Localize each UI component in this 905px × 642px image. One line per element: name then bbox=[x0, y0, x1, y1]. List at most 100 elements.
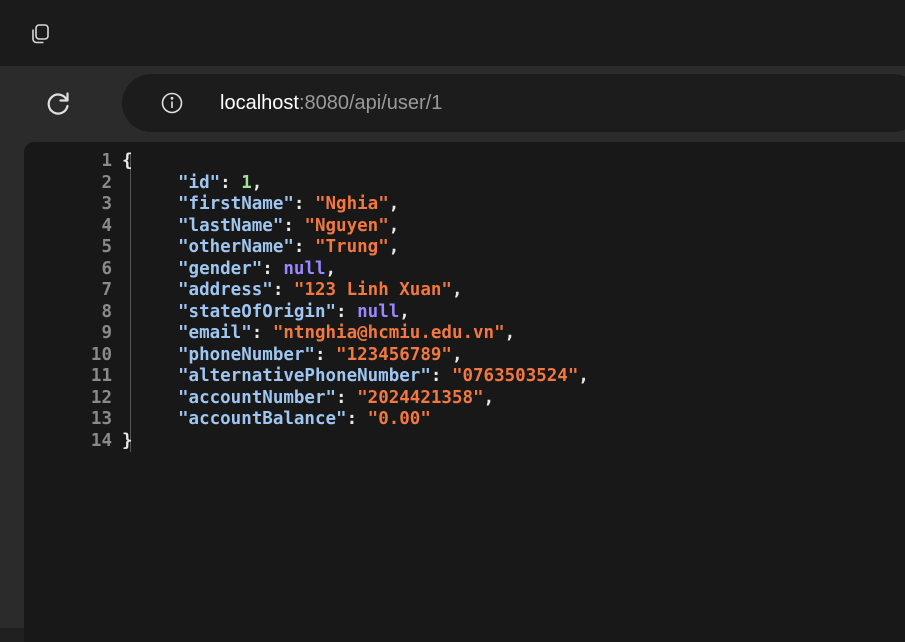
json-value: "ntnghia@hcmiu.edu.vn" bbox=[272, 323, 505, 343]
json-value: "Nguyen" bbox=[304, 215, 389, 236]
line-content: "id": 1, bbox=[120, 173, 262, 195]
line-content: "email": "ntnghia@hcmiu.edu.vn", bbox=[120, 323, 515, 345]
comma: , bbox=[251, 172, 263, 193]
json-key: "gender" bbox=[178, 258, 263, 279]
line-number: 2 bbox=[101, 172, 112, 193]
line-number: 9 bbox=[101, 323, 112, 343]
line-number: 4 bbox=[101, 215, 112, 236]
json-key: "firstName" bbox=[178, 194, 294, 214]
json-value: "2024421358" bbox=[357, 387, 484, 408]
line-number: 5 bbox=[101, 237, 112, 257]
json-key: "otherName" bbox=[178, 237, 294, 257]
json-value: "Nghia" bbox=[314, 194, 389, 214]
line-content: "otherName": "Trung", bbox=[120, 237, 399, 259]
colon: : bbox=[220, 172, 242, 193]
json-key: "id" bbox=[178, 172, 221, 193]
line-content: "accountNumber": "2024421358", bbox=[120, 388, 494, 410]
json-key: "alternativePhoneNumber" bbox=[178, 366, 431, 386]
colon: : bbox=[430, 366, 452, 386]
json-key: "phoneNumber" bbox=[178, 344, 315, 365]
code-pane: 1{2 "id": 1, 3 "firstName": "Nghia", 4 "lastN… bbox=[24, 142, 905, 642]
json-code: 1{2 "id": 1, 3 "firstName": "Nghia", 4 "lastN… bbox=[60, 151, 589, 452]
colon: : bbox=[293, 237, 315, 257]
comma: , bbox=[504, 323, 516, 343]
line-content: "address": "123 Linh Xuan", bbox=[120, 280, 463, 302]
line-number: 13 bbox=[90, 409, 112, 429]
json-key: "address" bbox=[178, 280, 273, 300]
colon: : bbox=[336, 301, 358, 322]
comma: , bbox=[388, 215, 400, 236]
line-content: } bbox=[120, 431, 133, 453]
comma: , bbox=[325, 258, 337, 279]
line-number: 1 bbox=[101, 151, 112, 171]
code-line: 14} bbox=[60, 431, 589, 453]
json-value: 1 bbox=[241, 172, 252, 193]
code-line: 4 "lastName": "Nguyen", bbox=[60, 216, 589, 238]
line-content: "alternativePhoneNumber": "0763503524", bbox=[120, 366, 589, 388]
title-bar bbox=[0, 0, 905, 66]
colon: : bbox=[293, 194, 315, 214]
json-value: "123456789" bbox=[336, 344, 452, 365]
comma: , bbox=[578, 366, 589, 386]
code-line: 8 "stateOfOrigin": null, bbox=[60, 302, 589, 324]
comma: , bbox=[483, 387, 495, 408]
json-value: "0763503524" bbox=[451, 366, 579, 386]
colon: : bbox=[314, 344, 337, 365]
tab-actions-icon[interactable] bbox=[28, 22, 52, 46]
code-line: 12 "accountNumber": "2024421358", bbox=[60, 388, 589, 410]
line-content: { bbox=[120, 151, 133, 173]
code-line: 9 "email": "ntnghia@hcmiu.edu.vn", bbox=[60, 323, 589, 345]
code-line: 1{ bbox=[60, 151, 589, 173]
json-value: null bbox=[283, 258, 326, 279]
code-line: 10 "phoneNumber": "123456789", bbox=[60, 345, 589, 367]
line-number: 6 bbox=[101, 258, 112, 279]
code-line: 2 "id": 1, bbox=[60, 173, 589, 195]
code-line: 3 "firstName": "Nghia", bbox=[60, 194, 589, 216]
code-line: 6 "gender": null, bbox=[60, 259, 589, 281]
site-info-icon[interactable] bbox=[160, 91, 184, 115]
json-key: "accountNumber" bbox=[178, 387, 337, 408]
url-host: localhost bbox=[220, 92, 299, 114]
json-key: "email" bbox=[178, 323, 252, 343]
line-content: "accountBalance": "0.00" bbox=[120, 409, 431, 431]
code-line: 13 "accountBalance": "0.00" bbox=[60, 409, 589, 431]
comma: , bbox=[451, 280, 463, 300]
json-key: "stateOfOrigin" bbox=[178, 301, 337, 322]
colon: : bbox=[283, 215, 305, 236]
comma: , bbox=[399, 301, 410, 322]
json-value: "Trung" bbox=[314, 237, 389, 257]
json-value: "0.00" bbox=[367, 409, 431, 429]
line-number: 8 bbox=[101, 301, 112, 322]
refresh-icon[interactable] bbox=[44, 88, 74, 118]
code-line: 5 "otherName": "Trung", bbox=[60, 237, 589, 259]
line-content: "lastName": "Nguyen", bbox=[120, 216, 399, 238]
colon: : bbox=[262, 258, 284, 279]
comma: , bbox=[451, 344, 463, 365]
open-brace: { bbox=[122, 151, 133, 171]
url-path: :8080/api/user/1 bbox=[298, 92, 443, 114]
url-text[interactable]: localhost:8080/api/user/1 bbox=[220, 91, 442, 115]
code-line: 11 "alternativePhoneNumber": "0763503524"… bbox=[60, 366, 589, 388]
colon: : bbox=[336, 387, 358, 408]
line-number: 10 bbox=[90, 344, 112, 365]
line-number: 7 bbox=[101, 280, 112, 300]
line-number: 14 bbox=[90, 430, 112, 451]
comma: , bbox=[388, 237, 400, 257]
code-line: 7 "address": "123 Linh Xuan", bbox=[60, 280, 589, 302]
close-brace: } bbox=[122, 430, 133, 451]
comma: , bbox=[388, 194, 400, 214]
line-content: "firstName": "Nghia", bbox=[120, 194, 399, 216]
line-number: 3 bbox=[101, 194, 112, 214]
json-value: "123 Linh Xuan" bbox=[293, 280, 452, 300]
colon: : bbox=[272, 280, 294, 300]
json-key: "accountBalance" bbox=[178, 409, 347, 429]
line-content: "gender": null, bbox=[120, 259, 336, 281]
colon: : bbox=[346, 409, 368, 429]
json-key: "lastName" bbox=[178, 215, 284, 236]
address-bar[interactable]: localhost:8080/api/user/1 bbox=[122, 74, 905, 132]
json-value: null bbox=[357, 301, 400, 322]
json-viewer: 1{2 "id": 1, 3 "firstName": "Nghia", 4 "lastN… bbox=[0, 140, 905, 642]
line-number: 11 bbox=[90, 366, 112, 386]
colon: : bbox=[251, 323, 273, 343]
line-content: "stateOfOrigin": null, bbox=[120, 302, 410, 324]
